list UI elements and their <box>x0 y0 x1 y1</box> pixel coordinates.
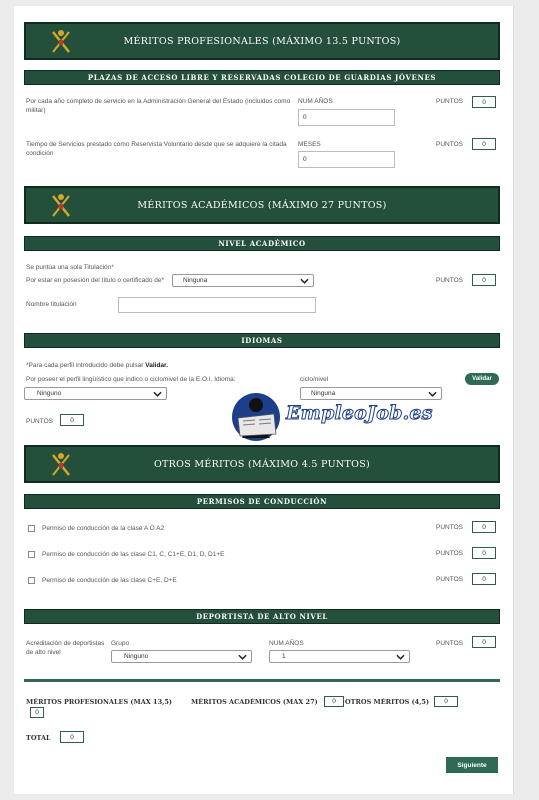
reservista-puntos-field: 0 <box>472 138 496 150</box>
meses-input[interactable]: 0 <box>298 151 395 168</box>
permiso-a-label: Permiso de conducción de la clase A O A2 <box>42 525 165 532</box>
summary-divider <box>24 679 500 682</box>
nombre-titulacion-input[interactable] <box>118 297 316 313</box>
titulo-select[interactable]: Ninguna <box>172 274 314 287</box>
num-anos-deportista-label: NUM AÑOS <box>269 640 304 647</box>
titulo-label: Por estar en posesión del título o certi… <box>26 277 165 284</box>
permiso-ce-label: Permiso de conducción de las clase C+E, … <box>42 577 177 584</box>
section-title: MÉRITOS PROFESIONALES (MÁXIMO 13.5 PUNTO… <box>123 35 401 47</box>
acreditacion-label: Acreditación de deportistas de alto nive… <box>26 640 105 656</box>
puntos-label: PUNTOS <box>26 418 53 425</box>
guardia-civil-emblem-icon <box>52 453 70 476</box>
permiso-a-checkbox[interactable] <box>28 525 35 532</box>
watermark-logo: EmpleoJob.es <box>230 390 433 442</box>
permiso-ce-puntos-field: 0 <box>472 573 496 585</box>
subsection-bar-permisos: PERMISOS DE CONDUCCIÓN <box>24 494 500 509</box>
idiomas-note-bold: Validar. <box>145 362 169 369</box>
guardia-civil-emblem-icon <box>52 194 70 217</box>
meses-label: MESES <box>298 141 321 148</box>
siguiente-button[interactable]: Siguiente <box>446 757 498 773</box>
subsection-title: NIVEL ACADÉMICO <box>218 239 306 248</box>
subsection-title: PERMISOS DE CONDUCCIÓN <box>196 497 328 506</box>
titulo-selected: Ninguna <box>183 277 208 284</box>
section-title: MÉRITOS ACADÉMICOS (MÁXIMO 27 PUNTOS) <box>137 199 387 211</box>
summary-otros-value: 0 <box>434 696 458 707</box>
academico-puntos-field: 0 <box>472 274 496 286</box>
num-anos-label: NUM AÑOS <box>298 98 333 105</box>
newspaper-reader-icon <box>232 393 280 441</box>
watermark-text: EmpleoJob.es <box>286 402 433 425</box>
idioma-selected: Ninguno <box>37 390 62 397</box>
titulacion-note: Se puntúa una sola Titulación* <box>26 264 114 271</box>
idiomas-puntos-field: 0 <box>60 414 84 426</box>
page-container: MÉRITOS PROFESIONALES (MÁXIMO 13.5 PUNTO… <box>14 6 514 794</box>
guardia-civil-emblem-icon <box>52 30 70 53</box>
chevron-down-icon <box>300 278 309 284</box>
puntos-label: PUNTOS <box>436 550 463 557</box>
grupo-label: Grupo <box>111 640 130 647</box>
permiso-c-puntos-field: 0 <box>472 547 496 559</box>
nombre-titulacion-label: Nombre titulación <box>26 301 77 308</box>
servicio-puntos-field: 0 <box>472 96 496 108</box>
puntos-label: PUNTOS <box>436 277 463 284</box>
puntos-label: PUNTOS <box>436 640 463 647</box>
reservista-label: Tiempo de Servicios prestado como Reserv… <box>26 141 287 157</box>
permiso-c-checkbox[interactable] <box>28 551 35 558</box>
puntos-label: PUNTOS <box>436 141 463 148</box>
summary-academicos-value: 0 <box>324 696 344 707</box>
deportista-puntos-field: 0 <box>472 636 496 648</box>
summary-otros-label: OTROS MÉRITOS (4,5) <box>345 698 430 706</box>
chevron-down-icon <box>396 654 405 660</box>
permiso-c-label: Permiso de conducción de las clase C1, C… <box>42 551 225 558</box>
summary-profesionales-label: MÉRITOS PROFESIONALES (MAX 13,5) <box>26 698 172 706</box>
section-banner-profesionales: MÉRITOS PROFESIONALES (MÁXIMO 13.5 PUNTO… <box>24 22 500 60</box>
section-banner-otros: OTROS MÉRITOS (MÁXIMO 4.5 PUNTOS) <box>24 445 500 483</box>
idioma-select[interactable]: Ninguno <box>24 387 167 400</box>
subsection-bar-idiomas: IDIOMAS <box>24 333 500 348</box>
idiomas-note: *Para cada perfil introducido debe pulsa… <box>26 362 168 371</box>
section-title: OTROS MÉRITOS (MÁXIMO 4.5 PUNTOS) <box>153 458 371 470</box>
num-anos-input[interactable]: 0 <box>298 109 395 126</box>
subsection-bar-plazas: PLAZAS DE ACCESO LIBRE Y RESERVADAS COLE… <box>24 70 500 85</box>
grupo-selected: Ninguno <box>124 653 149 660</box>
subsection-title: PLAZAS DE ACCESO LIBRE Y RESERVADAS COLE… <box>87 73 437 82</box>
permiso-ce-checkbox[interactable] <box>28 577 35 584</box>
summary-profesionales-value: 0 <box>30 707 44 718</box>
chevron-down-icon <box>238 654 247 660</box>
subsection-bar-deportista: DEPORTISTA DE ALTO NIVEL <box>24 609 500 624</box>
grupo-select[interactable]: Ninguno <box>111 650 252 663</box>
perfil-label: Por poseer el perfil lingüístico que ind… <box>26 376 236 383</box>
subsection-bar-nivel: NIVEL ACADÉMICO <box>24 236 500 251</box>
summary-academicos-label: MÉRITOS ACADÉMICOS (MAX 27) <box>191 698 318 706</box>
num-anos-selected: 1 <box>282 653 286 660</box>
ciclo-label: ciclo/nivel <box>300 376 329 383</box>
puntos-label: PUNTOS <box>436 524 463 531</box>
idiomas-note-text: *Para cada perfil introducido debe pulsa… <box>26 362 146 369</box>
total-value: 0 <box>60 731 84 743</box>
total-label: TOTAL <box>26 734 51 742</box>
puntos-label: PUNTOS <box>436 576 463 583</box>
chevron-down-icon <box>153 391 162 397</box>
num-anos-select[interactable]: 1 <box>269 650 410 663</box>
puntos-label: PUNTOS <box>436 98 463 105</box>
subsection-title: IDIOMAS <box>241 336 283 345</box>
permiso-a-puntos-field: 0 <box>472 521 496 533</box>
section-banner-academicos: MÉRITOS ACADÉMICOS (MÁXIMO 27 PUNTOS) <box>24 186 500 224</box>
validar-button[interactable]: Validar <box>465 373 499 385</box>
servicio-label: Por cada año completo de servicio en la … <box>26 98 291 114</box>
subsection-title: DEPORTISTA DE ALTO NIVEL <box>196 612 328 621</box>
